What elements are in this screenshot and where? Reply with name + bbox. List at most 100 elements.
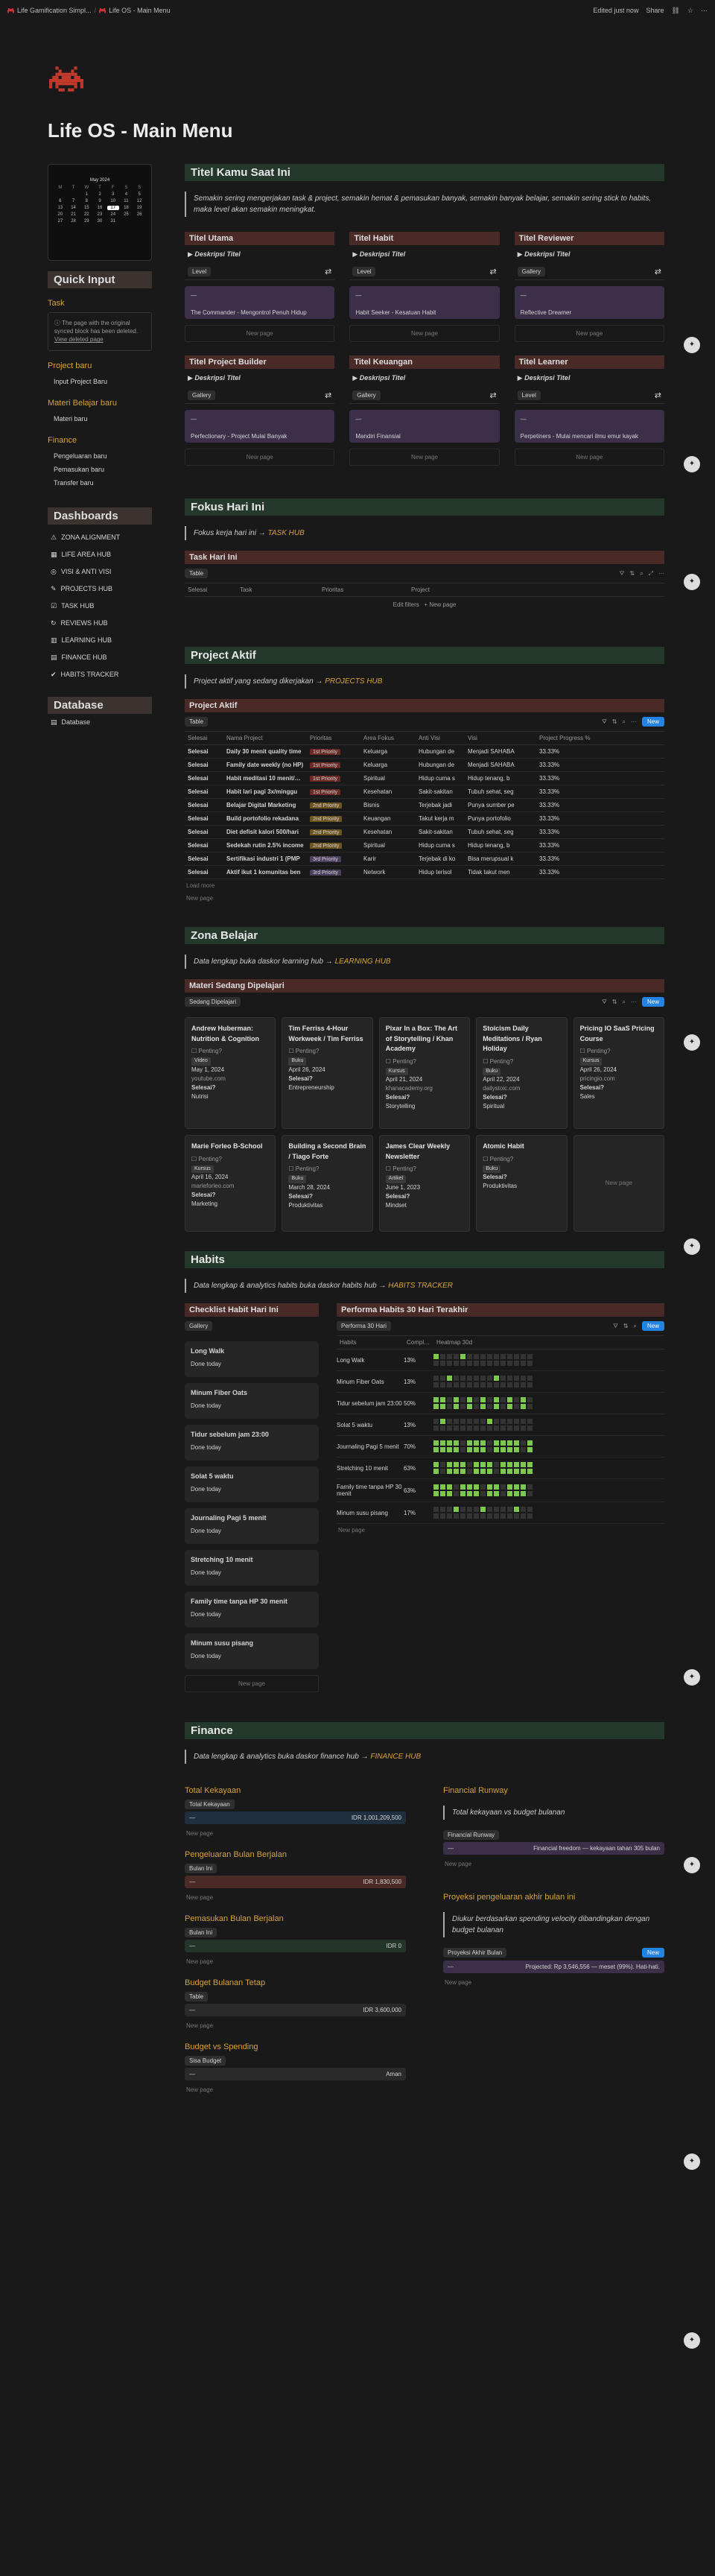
materi-url[interactable]: pricingio.com (580, 1075, 658, 1083)
dashboard-link[interactable]: ◎ VISI & ANTI VISI (48, 563, 152, 580)
materi-url[interactable]: dailystoic.com (483, 1084, 560, 1093)
calendar-date[interactable]: 11 (121, 199, 133, 203)
task-col-header[interactable]: Task (237, 586, 319, 593)
calendar-date[interactable]: 2 (94, 192, 106, 197)
pemasukan-new-page[interactable]: New page (185, 1955, 406, 1968)
calendar-date[interactable]: 6 (54, 199, 66, 203)
runway-new-page[interactable]: New page (443, 1858, 664, 1870)
calendar-date[interactable]: 21 (68, 212, 80, 217)
budget-view-tab[interactable]: Table (185, 1992, 209, 2001)
calendar-date[interactable]: 23 (94, 212, 106, 217)
habits-tracker-link[interactable]: HABITS TRACKER (388, 1282, 453, 1290)
table-row[interactable]: Selesai Aktif ikut 1 komunitas ben 3rd Pri… (185, 866, 664, 879)
materi-selesai[interactable]: Selesai? (386, 1192, 463, 1201)
pengeluaran-view-tab[interactable]: Bulan Ini (185, 1864, 217, 1873)
dashboard-link[interactable]: ▥ LEARNING HUB (48, 632, 152, 649)
title-desc-toggle[interactable]: ▶ Deskripsi Titel (349, 369, 499, 387)
table-row[interactable]: Selesai Build portofolio rekadana 2nd Prio… (185, 812, 664, 826)
calendar-date[interactable]: 9 (94, 199, 106, 203)
materi-selesai[interactable]: Selesai? (191, 1083, 269, 1092)
materi-new-page-card[interactable]: New page (573, 1135, 664, 1232)
more-icon[interactable]: ··· (631, 999, 637, 1005)
materi-new-button[interactable]: New (641, 997, 664, 1007)
materi-selesai[interactable]: Selesai? (386, 1093, 463, 1102)
task-new-page-button[interactable]: New page (429, 601, 456, 608)
title-desc-toggle[interactable]: ▶ Deskripsi Titel (185, 245, 334, 264)
pengeluaran-new-page[interactable]: New page (185, 1891, 406, 1904)
proyeksi-row[interactable]: — Projected: Rp 3,546,556 — meset (99%). … (443, 1961, 664, 1973)
title-view-tab[interactable]: Gallery (188, 390, 216, 400)
project-col-header[interactable]: Anti Visi (416, 735, 465, 741)
budget-row[interactable]: — IDR 3,600,000 (185, 2004, 406, 2016)
dashboard-link[interactable]: ☑ TASK HUB (48, 598, 152, 615)
table-row[interactable]: Journaling Pagi 5 menit 70% (337, 1436, 664, 1458)
title-card[interactable]: — The Commander - Mengontrol Penuh Hidup (185, 286, 335, 319)
materi-card[interactable]: Atomic Habit ☐ Penting? Buku Selesai? Produk… (476, 1135, 568, 1232)
search-icon[interactable]: ⌕ (623, 718, 626, 726)
calendar-date[interactable]: 12 (133, 199, 145, 203)
floating-action-icon[interactable]: ✦ (684, 574, 700, 590)
calendar-date[interactable]: 30 (94, 219, 106, 224)
title-new-page[interactable]: New page (514, 325, 664, 342)
title-card[interactable]: — Perpetiners - Mulai mencari ilmu emur k… (514, 410, 664, 443)
project-new-page-button[interactable]: New page (185, 892, 664, 905)
task-col-header[interactable]: Prioritas (319, 586, 408, 593)
swap-icon[interactable]: ⇄ (489, 267, 496, 276)
materi-card[interactable]: Marie Forleo B-School ☐ Penting? Kursus Apr… (185, 1135, 276, 1232)
title-view-tab[interactable]: Gallery (352, 390, 381, 400)
materi-penting[interactable]: ☐ Penting? (191, 1155, 269, 1164)
swap-icon[interactable]: ⇄ (325, 267, 331, 276)
calendar-date[interactable]: 19 (133, 206, 145, 210)
filter-icon[interactable]: ⛛ (602, 718, 607, 726)
title-new-page[interactable]: New page (349, 449, 500, 466)
search-icon[interactable]: ⌕ (634, 1323, 637, 1330)
materi-penting[interactable]: ☐ Penting? (580, 1047, 658, 1056)
calendar-date[interactable]: 8 (80, 199, 92, 203)
title-view-tab[interactable]: Gallery (517, 267, 545, 276)
floating-action-icon[interactable]: ✦ (684, 1669, 700, 1686)
materi-url[interactable]: khanacademy.org (386, 1084, 463, 1093)
materi-penting[interactable]: ☐ Penting? (483, 1057, 560, 1066)
dashboard-link[interactable]: ▦ LIFE AREA HUB (48, 546, 152, 563)
sort-icon[interactable]: ⇅ (612, 718, 617, 725)
materi-card[interactable]: Pricing IO SaaS Pricing Course ☐ Penting?… (573, 1017, 664, 1129)
table-row[interactable]: Selesai Sertifikasi industri 1 (PMP 3rd Pr… (185, 852, 664, 866)
materi-selesai[interactable]: Selesai? (191, 1191, 269, 1200)
project-col-header[interactable]: Prioritas (307, 735, 360, 741)
filter-icon[interactable]: ⛛ (602, 999, 607, 1006)
swap-icon[interactable]: ⇄ (655, 390, 661, 400)
task-col-header[interactable]: Project (408, 586, 498, 593)
table-row[interactable]: Long Walk 13% (337, 1349, 664, 1371)
materi-penting[interactable]: ☐ Penting? (483, 1155, 560, 1164)
proyeksi-new-page[interactable]: New page (443, 1976, 664, 1989)
title-desc-toggle[interactable]: ▶ Deskripsi Titel (349, 245, 499, 264)
materi-card[interactable]: Building a Second Brain / Tiago Forte ☐ P… (282, 1135, 373, 1232)
total-view-tab[interactable]: Total Kekayaan (185, 1800, 235, 1809)
floating-action-icon[interactable]: ✦ (684, 456, 700, 472)
swap-icon[interactable]: ⇄ (325, 390, 331, 400)
performa-view-tab[interactable]: Performa 30 Hari (337, 1321, 391, 1331)
project-col-header[interactable]: Area Fokus (360, 735, 416, 741)
calendar-date[interactable]: 10 (107, 199, 119, 203)
share-button[interactable]: Share (646, 7, 664, 14)
star-icon[interactable]: ☆ (687, 7, 693, 15)
floating-action-icon[interactable]: ✦ (684, 2332, 700, 2349)
table-row[interactable]: Stretching 10 menit 63% (337, 1458, 664, 1479)
habit-card[interactable]: Family time tanpa HP 30 menit Done today (185, 1592, 319, 1627)
search-icon[interactable]: ⌕ (640, 570, 643, 577)
calendar-widget[interactable]: May 2024 M T W T F S S 1 2 3 4 5 6 7 8 9 10 11 12 13 14 15 16 1… (48, 164, 152, 261)
floating-action-icon[interactable]: ✦ (684, 2153, 700, 2170)
performa-new-page-button[interactable]: New page (337, 1524, 664, 1537)
materi-penting[interactable]: ☐ Penting? (288, 1047, 366, 1056)
breadcrumb-page[interactable]: Life OS - Main Menu (109, 7, 171, 14)
bvs-new-page[interactable]: New page (185, 2083, 406, 2096)
bvs-view-tab[interactable]: Sisa Budget (185, 2056, 226, 2066)
more-icon[interactable]: ··· (701, 7, 708, 14)
expand-icon[interactable]: ⤢ (649, 570, 653, 577)
materi-selesai[interactable]: Selesai? (483, 1173, 560, 1182)
runway-view-tab[interactable]: Financial Runway (443, 1830, 500, 1840)
table-row[interactable]: Selesai Family date weekly (no HP) 1st Pri… (185, 759, 664, 772)
learning-hub-link[interactable]: LEARNING HUB (335, 958, 391, 966)
floating-action-icon[interactable]: ✦ (684, 1034, 700, 1051)
calendar-date[interactable]: 7 (68, 199, 80, 203)
